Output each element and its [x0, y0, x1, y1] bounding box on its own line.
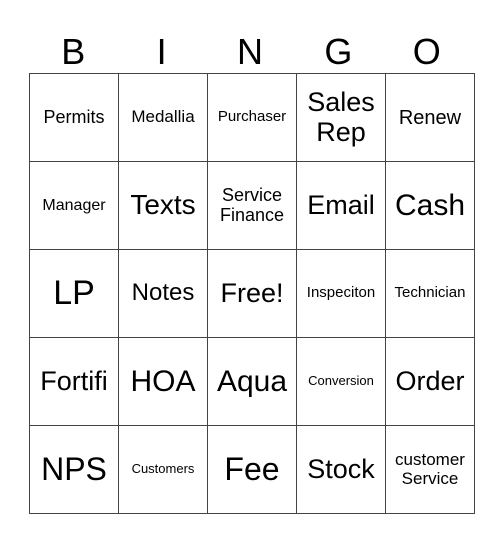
- bingo-cell[interactable]: Service Finance: [207, 161, 297, 250]
- bingo-cell[interactable]: Aqua: [207, 337, 297, 426]
- bingo-cell[interactable]: NPS: [29, 425, 119, 514]
- bingo-cell[interactable]: LP: [29, 249, 119, 338]
- bingo-cell[interactable]: Customers: [118, 425, 208, 514]
- board-row: NPS Customers Fee Stock customer Service: [29, 425, 475, 514]
- header-letter-g: G: [324, 31, 353, 72]
- bingo-cell[interactable]: Order: [385, 337, 475, 426]
- bingo-cell[interactable]: Renew: [385, 73, 475, 162]
- bingo-cell[interactable]: Notes: [118, 249, 208, 338]
- bingo-header: B I N G O: [29, 30, 471, 74]
- board-row: Fortifi HOA Aqua Conversion Order: [29, 337, 475, 426]
- board-row: Manager Texts Service Finance Email Cash: [29, 161, 475, 250]
- bingo-cell[interactable]: Free!: [207, 249, 297, 338]
- board-row: Permits Medallia Purchaser Sales Rep Ren…: [29, 73, 475, 162]
- bingo-cell[interactable]: customer Service: [385, 425, 475, 514]
- bingo-card: Permits Medallia Purchaser Sales Rep Ren…: [29, 73, 475, 514]
- bingo-cell[interactable]: Cash: [385, 161, 475, 250]
- bingo-cell[interactable]: HOA: [118, 337, 208, 426]
- header-letter-b: B: [61, 31, 86, 72]
- bingo-cell[interactable]: Permits: [29, 73, 119, 162]
- header-letter-o: O: [412, 31, 441, 72]
- bingo-cell[interactable]: Medallia: [118, 73, 208, 162]
- board-row: LP Notes Free! Inspeciton Technician: [29, 249, 475, 338]
- bingo-cell[interactable]: Fortifi: [29, 337, 119, 426]
- bingo-cell[interactable]: Inspeciton: [296, 249, 386, 338]
- bingo-cell[interactable]: Email: [296, 161, 386, 250]
- bingo-cell[interactable]: Technician: [385, 249, 475, 338]
- bingo-cell[interactable]: Texts: [118, 161, 208, 250]
- header-letter-i: I: [156, 31, 167, 72]
- bingo-cell[interactable]: Manager: [29, 161, 119, 250]
- bingo-cell[interactable]: Conversion: [296, 337, 386, 426]
- bingo-cell[interactable]: Fee: [207, 425, 297, 514]
- header-letter-n: N: [236, 31, 263, 72]
- bingo-cell[interactable]: Sales Rep: [296, 73, 386, 162]
- bingo-cell[interactable]: Stock: [296, 425, 386, 514]
- bingo-cell[interactable]: Purchaser: [207, 73, 297, 162]
